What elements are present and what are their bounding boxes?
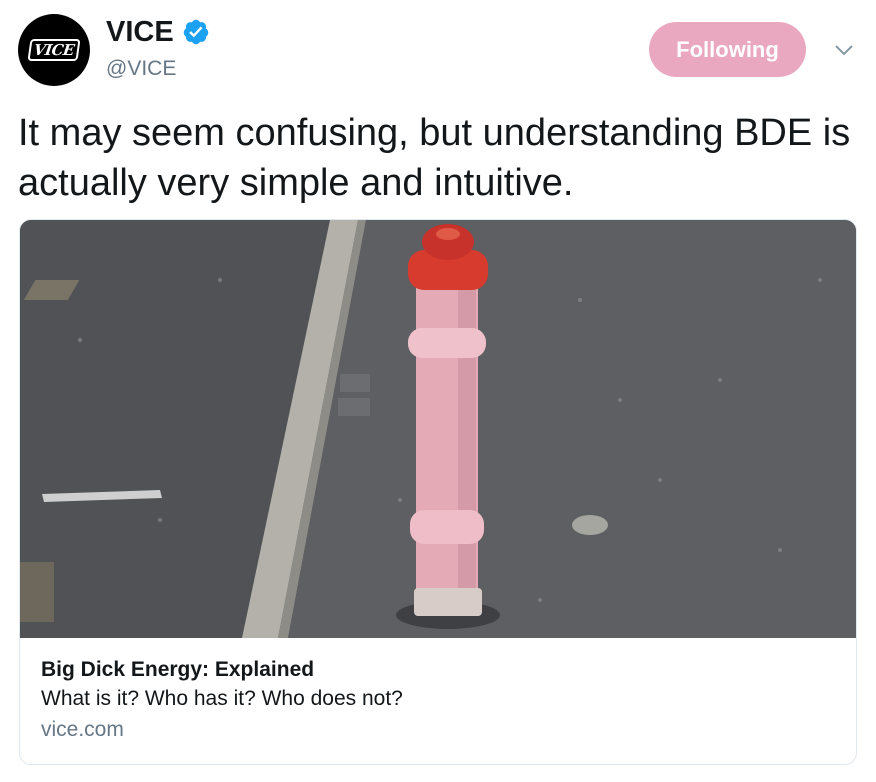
following-button[interactable]: Following	[649, 22, 806, 77]
card-domain: vice.com	[41, 718, 124, 741]
verified-badge-icon	[183, 19, 208, 45]
tweet-text: It may seem confusing, but understanding…	[18, 112, 851, 204]
card-image	[20, 220, 856, 638]
chevron-down-icon[interactable]	[832, 38, 856, 62]
card-title: Big Dick Energy: Explained	[41, 658, 315, 681]
author-handle[interactable]: @VICE	[106, 56, 176, 82]
card-description: What is it? Who has it? Who does not?	[41, 687, 403, 710]
link-card[interactable]: Big Dick Energy: Explained What is it? W…	[19, 219, 857, 765]
display-name[interactable]: VICE	[106, 14, 174, 50]
card-body: Big Dick Energy: Explained What is it? W…	[41, 656, 835, 746]
vice-logo: VICE	[27, 39, 81, 61]
author-name-row: VICE	[106, 14, 210, 50]
avatar[interactable]: VICE	[18, 14, 90, 86]
